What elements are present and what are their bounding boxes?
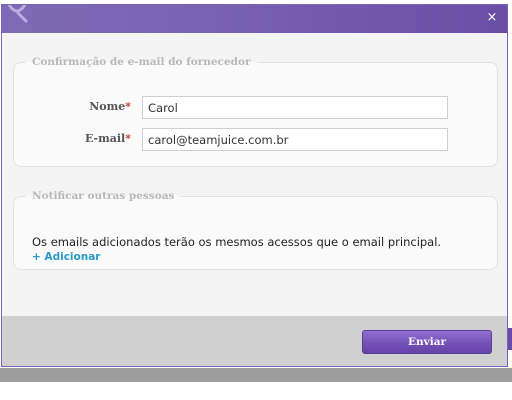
add-email-link[interactable]: + Adicionar [32, 251, 100, 263]
supplier-email-dialog: × Confirmação de e-mail do fornecedor No… [1, 4, 508, 367]
dialog-title-bar: × [2, 5, 507, 33]
dialog-body: Confirmação de e-mail do fornecedor Nome… [2, 33, 507, 316]
dialog-footer: Enviar [2, 316, 507, 366]
name-field[interactable] [142, 96, 448, 119]
name-label: Nome* [21, 100, 131, 113]
page: × Confirmação de e-mail do fornecedor No… [0, 0, 512, 400]
backdrop-overlay [0, 368, 512, 382]
send-button[interactable]: Enviar [362, 330, 492, 354]
supplier-group-legend: Confirmação de e-mail do fornecedor [32, 56, 251, 68]
email-field[interactable] [142, 128, 448, 151]
close-icon[interactable]: × [485, 11, 499, 25]
email-label: E-mail* [21, 132, 131, 145]
required-marker: * [125, 100, 131, 113]
supplier-email-confirmation-group: Confirmação de e-mail do fornecedor Nome… [13, 56, 498, 167]
name-label-text: Nome [89, 100, 126, 113]
backdrop-overlay-edge [508, 328, 512, 350]
required-marker: * [125, 132, 131, 145]
notify-description: Os emails adicionados terão os mesmos ac… [32, 235, 442, 249]
notify-others-group: Notificar outras pessoas Os emails adici… [13, 190, 498, 270]
notify-group-legend: Notificar outras pessoas [32, 190, 175, 202]
app-logo-icon [7, 5, 28, 23]
email-label-text: E-mail [84, 132, 126, 145]
